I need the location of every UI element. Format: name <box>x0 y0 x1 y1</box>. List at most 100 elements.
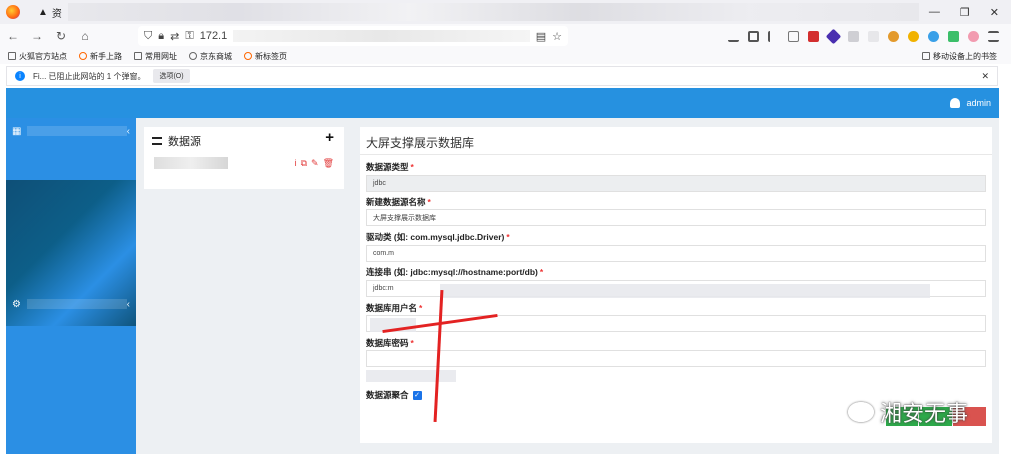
watermark: 湘安无事 <box>848 396 968 428</box>
bookmark-item[interactable]: 京东商城 <box>189 51 232 62</box>
field-label-driver: 驱动类 (如: com.mysql.jdbc.Driver) * <box>366 232 510 242</box>
extension-yellow-icon[interactable] <box>908 30 919 42</box>
minimize-button[interactable]: — <box>929 6 940 19</box>
menu-icon[interactable] <box>988 30 999 42</box>
mobile-icon <box>922 52 930 60</box>
datasource-list-item[interactable]: i ⧉ ✎ 🗑 <box>144 149 344 177</box>
checkmark-icon[interactable]: ✓ <box>412 390 422 400</box>
options-button[interactable]: 选项(O) <box>153 69 190 83</box>
type-field: jdbc <box>366 175 986 192</box>
sidebar-item-dashboard[interactable]: ▦ ‹ <box>6 118 136 144</box>
crop-icon[interactable] <box>748 30 759 42</box>
chevron-left-icon: ‹ <box>126 125 130 137</box>
browser-tab-bar: ▲ 资 — ❐ ✕ <box>0 0 1011 24</box>
extension-red-icon[interactable] <box>808 30 819 42</box>
key-icon: ⚿ <box>185 29 194 42</box>
extension-green-icon[interactable] <box>948 30 959 42</box>
lock-icon: 🔒︎ <box>158 29 165 42</box>
user-menu[interactable]: admin <box>950 98 991 108</box>
redaction-patch <box>440 284 930 298</box>
username: admin <box>966 98 991 108</box>
add-datasource-button[interactable]: + <box>325 129 334 146</box>
sidebar-item-label <box>27 126 127 136</box>
undo-icon[interactable] <box>768 30 779 42</box>
password-field[interactable] <box>366 350 986 367</box>
extension-orange-icon[interactable] <box>888 30 899 42</box>
redaction-patch <box>366 370 456 382</box>
copy-icon[interactable]: ⧉ <box>301 158 307 169</box>
name-field[interactable]: 大屏支撑展示数据库 <box>366 209 986 226</box>
field-label-name: 新建数据源名称 * <box>366 197 431 207</box>
field-label-url: 连接串 (如: jdbc:mysql://hostname:port/db) * <box>366 267 544 277</box>
globe-icon <box>189 52 197 60</box>
permissions-icon: ⇄ <box>170 30 180 43</box>
folder-icon <box>134 52 142 60</box>
shield-icon: ⛉ <box>144 29 153 42</box>
grid-icon: ▦ <box>12 125 22 137</box>
warning-icon: ▲ <box>38 6 48 18</box>
username-field[interactable] <box>366 315 986 332</box>
extension-ip-icon[interactable] <box>868 30 879 42</box>
firefox-small-icon <box>79 52 87 60</box>
home-icon[interactable]: ⌂ <box>78 29 92 43</box>
reload-icon[interactable]: ↻ <box>54 29 68 43</box>
download-icon[interactable] <box>728 31 739 42</box>
user-icon <box>950 98 961 108</box>
infobar-text: Fi... 已阻止此网站的 1 个弹窗。 <box>33 71 146 81</box>
edit-icon[interactable]: ✎ <box>311 158 319 169</box>
maximize-button[interactable]: ❐ <box>960 6 970 19</box>
share-icon[interactable] <box>788 30 799 42</box>
wechat-logo-icon <box>848 402 874 422</box>
bookmark-item[interactable]: 火狐官方站点 <box>8 51 67 62</box>
bookmarks-bar: 火狐官方站点 新手上路 常用网址 京东商城 新标签页 移动设备上的书签 <box>0 48 1011 64</box>
aggregate-checkbox[interactable]: 数据源聚合 ✓ <box>366 389 422 401</box>
url-text: 172.1 <box>199 30 228 42</box>
driver-field[interactable]: com.m <box>366 245 986 262</box>
datasource-actions: i ⧉ ✎ 🗑 <box>295 158 334 169</box>
extension-blue-icon[interactable] <box>928 30 939 42</box>
browser-nav-bar: ← → ↻ ⌂ ⛉ 🔒︎ ⇄ ⚿ 172.1 ▤ ☆ <box>0 24 1011 48</box>
datasource-title: 数据源 <box>152 133 201 149</box>
field-label-type: 数据源类型 * <box>366 162 414 172</box>
close-window-button[interactable]: ✕ <box>990 6 999 19</box>
folder-icon <box>8 52 16 60</box>
sidebar-item-settings[interactable]: ⚙ ‹ <box>6 291 136 317</box>
trash-icon[interactable]: 🗑 <box>323 158 334 169</box>
firefox-small-icon <box>244 52 252 60</box>
extension-gray-icon[interactable] <box>848 30 859 42</box>
forward-icon[interactable]: → <box>30 29 44 43</box>
reader-icon[interactable]: ▤ <box>536 30 546 43</box>
blurred-tabs <box>67 3 919 21</box>
popup-blocked-infobar: i Fi... 已阻止此网站的 1 个弹窗。 选项(O) ✕ <box>6 66 998 86</box>
info-icon: i <box>15 71 25 81</box>
database-icon <box>152 137 162 145</box>
chevron-left-icon: ‹ <box>126 298 130 310</box>
infobar-close-button[interactable]: ✕ <box>981 71 989 82</box>
url-bar[interactable]: ⛉ 🔒︎ ⇄ ⚿ 172.1 ▤ ☆ <box>138 26 568 46</box>
back-icon[interactable]: ← <box>6 29 20 43</box>
tab-title: 资 <box>51 8 62 20</box>
field-label-username: 数据库用户名 * <box>366 303 423 313</box>
divider <box>360 154 992 155</box>
mobile-bookmarks[interactable]: 移动设备上的书签 <box>922 51 997 62</box>
extension-purple-icon[interactable] <box>825 28 842 44</box>
bookmark-item[interactable]: 新手上路 <box>79 51 122 62</box>
url-blurred <box>233 30 530 42</box>
sidebar: ▦ ‹ ⚙ ‹ <box>6 118 136 454</box>
firefox-icon <box>6 5 20 19</box>
star-icon[interactable]: ☆ <box>552 30 562 43</box>
extension-pink-icon[interactable] <box>968 30 979 42</box>
app-logo <box>6 88 136 118</box>
sidebar-item-label <box>26 299 127 309</box>
gear-icon: ⚙ <box>12 298 21 310</box>
bookmark-item[interactable]: 常用网址 <box>134 51 177 62</box>
datasource-name <box>154 157 228 169</box>
app-header: admin <box>6 88 999 118</box>
bookmark-item[interactable]: 新标签页 <box>244 51 287 62</box>
field-label-password: 数据库密码 * <box>366 338 414 348</box>
window-controls: — ❐ ✕ <box>929 6 999 19</box>
browser-tab[interactable]: ▲ 资 <box>38 2 62 22</box>
extensions-toolbar <box>728 28 999 44</box>
form-title: 大屏支撑展示数据库 <box>366 136 475 150</box>
info-icon[interactable]: i <box>295 158 297 169</box>
